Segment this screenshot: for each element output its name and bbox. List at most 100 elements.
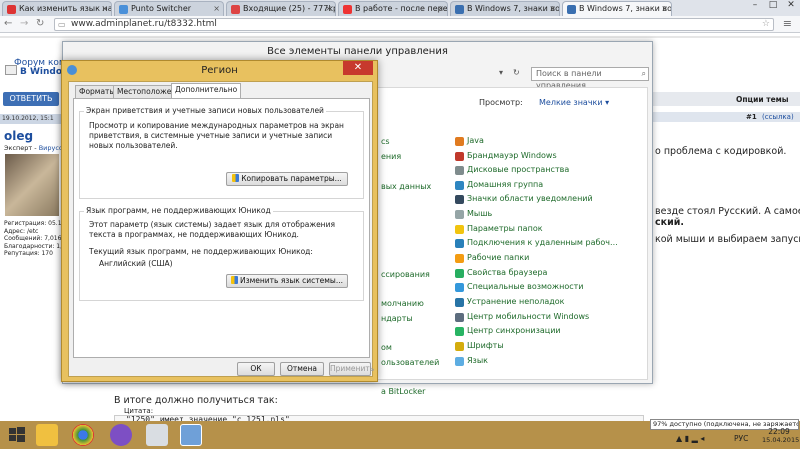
cp-item-homegroup[interactable]: Домашняя группа [455, 179, 543, 191]
username[interactable]: oleg [4, 129, 33, 143]
notes-icon[interactable] [146, 424, 168, 446]
cancel-button[interactable]: Отмена [280, 362, 324, 376]
minimize-icon[interactable]: – [746, 0, 764, 10]
cp-item-partial[interactable]: вых данных [381, 182, 431, 191]
cp-item-accessibility[interactable]: Специальные возможности [455, 281, 584, 293]
cp-item-java[interactable]: Java [455, 135, 484, 147]
close-button[interactable]: ✕ [343, 61, 373, 75]
star-icon[interactable]: ☆ [762, 19, 770, 30]
cp-item-partial[interactable]: молчанию [381, 299, 424, 308]
cp-item-internet-options[interactable]: Свойства браузера [455, 267, 547, 279]
punto-icon [119, 5, 128, 14]
ok-button[interactable]: ОК [237, 362, 275, 376]
close-icon[interactable]: × [101, 2, 108, 15]
control-panel-icon[interactable] [180, 424, 202, 446]
maximize-icon[interactable]: □ [764, 0, 782, 10]
start-button[interactable] [6, 424, 28, 446]
close-icon[interactable]: × [325, 2, 332, 15]
tab-label: Как изменить язык на US [19, 4, 112, 13]
cp-item-storage-spaces[interactable]: Дисковые пространства [455, 164, 569, 176]
close-icon[interactable]: × [213, 2, 220, 15]
current-language-label: Текущий язык программ, не поддерживающих… [89, 247, 313, 256]
mouse-icon [455, 210, 464, 219]
stat-line: Регистрация: 05.11 [4, 220, 66, 227]
apply-button[interactable]: Применить [329, 362, 374, 376]
cp-item-work-folders[interactable]: Рабочие папки [455, 252, 529, 264]
shield-icon [232, 174, 240, 182]
volume-icon[interactable]: ◂ [700, 434, 704, 443]
stat-line: Сообщений: 7,016 [4, 235, 62, 242]
menu-icon[interactable]: ≡ [783, 17, 792, 30]
close-icon[interactable]: × [661, 2, 668, 15]
cp-item-language[interactable]: Язык [455, 355, 488, 367]
address-bar[interactable]: ▭ www.adminplanet.ru/t8332.html ☆ [54, 18, 774, 31]
explorer-icon[interactable] [36, 424, 58, 446]
firewall-icon [455, 152, 464, 161]
forward-icon[interactable]: → [20, 18, 28, 29]
cp-item-firewall[interactable]: Брандмауэр Windows [455, 150, 557, 162]
cp-item-mouse[interactable]: Мышь [455, 208, 492, 220]
post-text-line: ский. [655, 217, 685, 228]
tab-label: В Windows 7, знаки вопр [467, 4, 560, 13]
viber-icon[interactable] [110, 424, 132, 446]
post-number[interactable]: #1 [746, 113, 757, 121]
fonts-icon [455, 342, 464, 351]
clock[interactable]: 22:09 15.04.2015 [762, 427, 800, 444]
cp-item-partial[interactable]: ссирования [381, 270, 430, 279]
cp-item-fonts[interactable]: Шрифты [455, 340, 504, 352]
language-indicator[interactable]: РУС [734, 434, 748, 443]
cp-item-remote-connections[interactable]: Подключения к удаленным рабоч... [455, 237, 618, 249]
browser-tab[interactable]: В работе - после перезу × [338, 1, 448, 16]
network-icon[interactable]: ▂ [692, 434, 698, 443]
tray-icon [455, 195, 464, 204]
browser-tab[interactable]: Как изменить язык на US× [2, 1, 112, 16]
site-icon [455, 5, 464, 14]
button-label: Изменить язык системы... [240, 276, 343, 285]
post-link[interactable]: (ссылка) [762, 113, 794, 121]
browser-tab[interactable]: Punto Switcher × [114, 1, 224, 16]
battery-icon[interactable]: ▮ [685, 434, 689, 443]
thread-options[interactable]: Опции темы [736, 95, 789, 104]
cp-item-notification-icons[interactable]: Значки области уведомлений [455, 193, 593, 205]
browser-tab-active[interactable]: В Windows 7, знаки вопр× [562, 1, 672, 16]
tab-administrative[interactable]: Дополнительно [171, 83, 242, 98]
close-icon[interactable]: ✕ [782, 0, 800, 10]
gmail-icon [231, 5, 240, 14]
cp-item-partial[interactable]: а BitLocker [381, 387, 425, 396]
cp-item-partial[interactable]: ндарты [381, 314, 413, 323]
tab-label: В работе - после перезу [355, 4, 448, 13]
chevron-up-icon[interactable]: ▲ [676, 434, 682, 443]
chrome-icon[interactable] [72, 424, 94, 446]
dialog-title: Регион [201, 65, 238, 76]
url-text: www.adminplanet.ru/t8332.html [71, 19, 217, 29]
cp-item-mobility-center[interactable]: Центр мобильности Windows [455, 311, 589, 323]
close-icon[interactable]: × [437, 2, 444, 15]
browser-tab[interactable]: Входящие (25) - 777kpl@× [226, 1, 336, 16]
reply-button[interactable]: ОТВЕТИТЬ [3, 92, 59, 106]
site-icon [567, 5, 576, 14]
cp-item-sync-center[interactable]: Центр синхронизации [455, 325, 561, 337]
chevron-down-icon[interactable]: ▾ [499, 68, 503, 77]
windows-icon [9, 427, 25, 442]
group-title: Язык программ, не поддерживающих Юникод [84, 206, 273, 215]
cp-item-folder-options[interactable]: Параметры папок [455, 223, 543, 235]
back-icon[interactable]: ← [4, 18, 12, 29]
copy-settings-button[interactable]: Копировать параметры... [226, 172, 348, 186]
cp-item-partial[interactable]: cs [381, 137, 390, 146]
close-icon[interactable]: × [549, 2, 556, 15]
search-input[interactable]: Поиск в панели управления ⌕ [531, 67, 649, 90]
cp-item-partial[interactable]: ом [381, 343, 392, 352]
post-text-line: кой мыши и выбираем запуск [655, 234, 800, 245]
view-selector[interactable]: Мелкие значки ▾ [539, 98, 609, 107]
reload-icon[interactable]: ↻ [36, 18, 44, 29]
browser-tab-bar: Как изменить язык на US× Punto Switcher×… [0, 0, 800, 16]
change-system-locale-button[interactable]: Изменить язык системы... [226, 274, 348, 288]
cp-item-partial[interactable]: ения [381, 152, 401, 161]
clock-time: 22:09 [768, 427, 790, 436]
browser-tab[interactable]: В Windows 7, знаки вопр× [450, 1, 560, 16]
cp-item-partial[interactable]: ользователей [381, 358, 439, 367]
view-label: Просмотр: [479, 98, 523, 107]
clock-date: 15.04.2015 [762, 436, 800, 444]
cp-item-troubleshooting[interactable]: Устранение неполадок [455, 296, 565, 308]
refresh-icon[interactable]: ↻ [513, 68, 520, 77]
